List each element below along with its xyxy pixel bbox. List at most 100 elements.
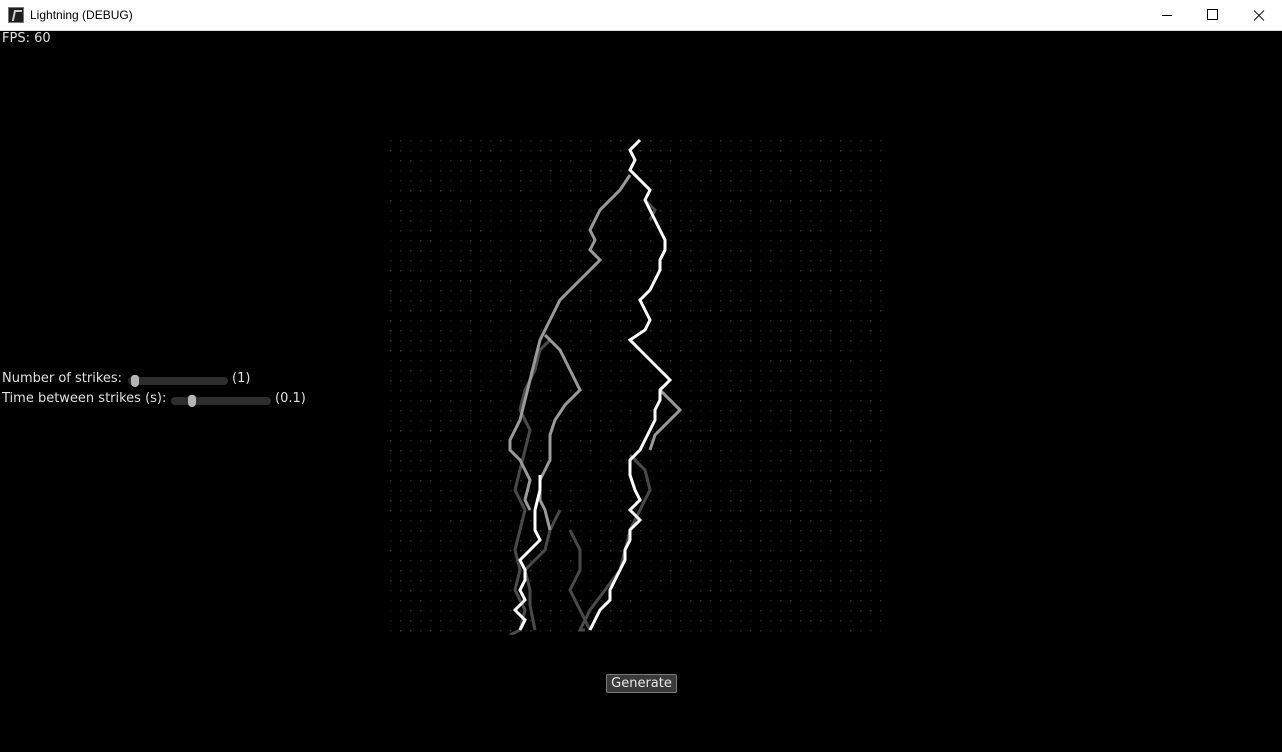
grid-dot [790,170,792,172]
grid-dot [870,420,872,422]
grid-dot [450,220,452,222]
grid-dot [460,460,462,462]
grid-dot [440,490,442,492]
grid-dot [500,440,502,442]
grid-dot [620,400,622,402]
grid-dot [780,430,782,432]
grid-dot [590,450,592,452]
grid-dot [410,200,412,202]
grid-dot [770,400,772,402]
fps-counter: FPS: 60 [2,31,51,46]
grid-dot [830,210,832,212]
grid-dot [640,620,642,622]
time-slider-handle[interactable] [188,395,196,407]
grid-dot [770,440,772,442]
grid-dot [420,400,422,402]
grid-dot [670,160,672,162]
grid-dot [580,580,582,582]
grid-dot [860,330,862,332]
grid-dot [580,310,582,312]
grid-dot [410,180,412,182]
minimize-icon[interactable] [1144,0,1190,30]
grid-dot [860,610,862,612]
grid-dot [760,630,762,632]
grid-dot [820,400,822,402]
grid-dot [820,270,822,272]
grid-dot [680,400,682,402]
grid-dot [850,280,852,282]
grid-dot [850,290,852,292]
grid-dot [480,550,482,552]
grid-dot [400,180,402,182]
grid-dot [660,450,662,452]
grid-dot [400,510,402,512]
grid-dot [530,170,532,172]
grid-dot [870,330,872,332]
grid-dot [710,550,712,552]
strikes-slider-handle[interactable] [131,375,139,387]
grid-dot [850,420,852,422]
grid-dot [630,160,632,162]
grid-dot [410,450,412,452]
grid-dot [470,460,472,462]
grid-dot [860,550,862,552]
grid-dot [650,230,652,232]
grid-dot [440,160,442,162]
grid-dot [580,380,582,382]
grid-dot [430,570,432,572]
grid-dot [620,290,622,292]
time-slider[interactable] [171,395,271,407]
grid-dot [440,390,442,392]
grid-dot [840,350,842,352]
grid-dot [400,500,402,502]
grid-dot [710,630,712,632]
grid-dot [550,280,552,282]
grid-dot [500,210,502,212]
grid-dot [670,410,672,412]
grid-dot [390,610,392,612]
grid-dot [590,320,592,322]
grid-dot [450,400,452,402]
grid-dot [860,450,862,452]
grid-dot [630,440,632,442]
grid-dot [600,270,602,272]
grid-dot [660,140,662,142]
grid-dot [600,630,602,632]
maximize-icon[interactable] [1190,0,1236,30]
grid-dot [470,510,472,512]
grid-dot [560,500,562,502]
grid-dot [760,190,762,192]
grid-dot [480,590,482,592]
grid-dot [390,340,392,342]
grid-dot [560,360,562,362]
grid-dot [570,340,572,342]
grid-dot [660,280,662,282]
grid-dot [610,310,612,312]
grid-dot [420,560,422,562]
generate-button[interactable]: Generate [606,674,677,693]
grid-dot [680,160,682,162]
grid-dot [630,600,632,602]
grid-dot [610,320,612,322]
grid-dot [460,180,462,182]
grid-dot [430,600,432,602]
grid-dot [760,540,762,542]
grid-dot [690,560,692,562]
grid-dot [580,480,582,482]
grid-dot [730,490,732,492]
grid-dot [640,170,642,172]
strikes-slider[interactable] [128,375,228,387]
grid-dot [700,450,702,452]
grid-dot [580,180,582,182]
grid-dot [870,520,872,522]
grid-dot [830,410,832,412]
close-icon[interactable] [1236,0,1282,30]
grid-dot [730,160,732,162]
grid-dot [760,520,762,522]
grid-dot [770,530,772,532]
grid-dot [660,500,662,502]
grid-dot [820,580,822,582]
grid-dot [880,380,882,382]
grid-dot [500,400,502,402]
grid-dot [670,440,672,442]
